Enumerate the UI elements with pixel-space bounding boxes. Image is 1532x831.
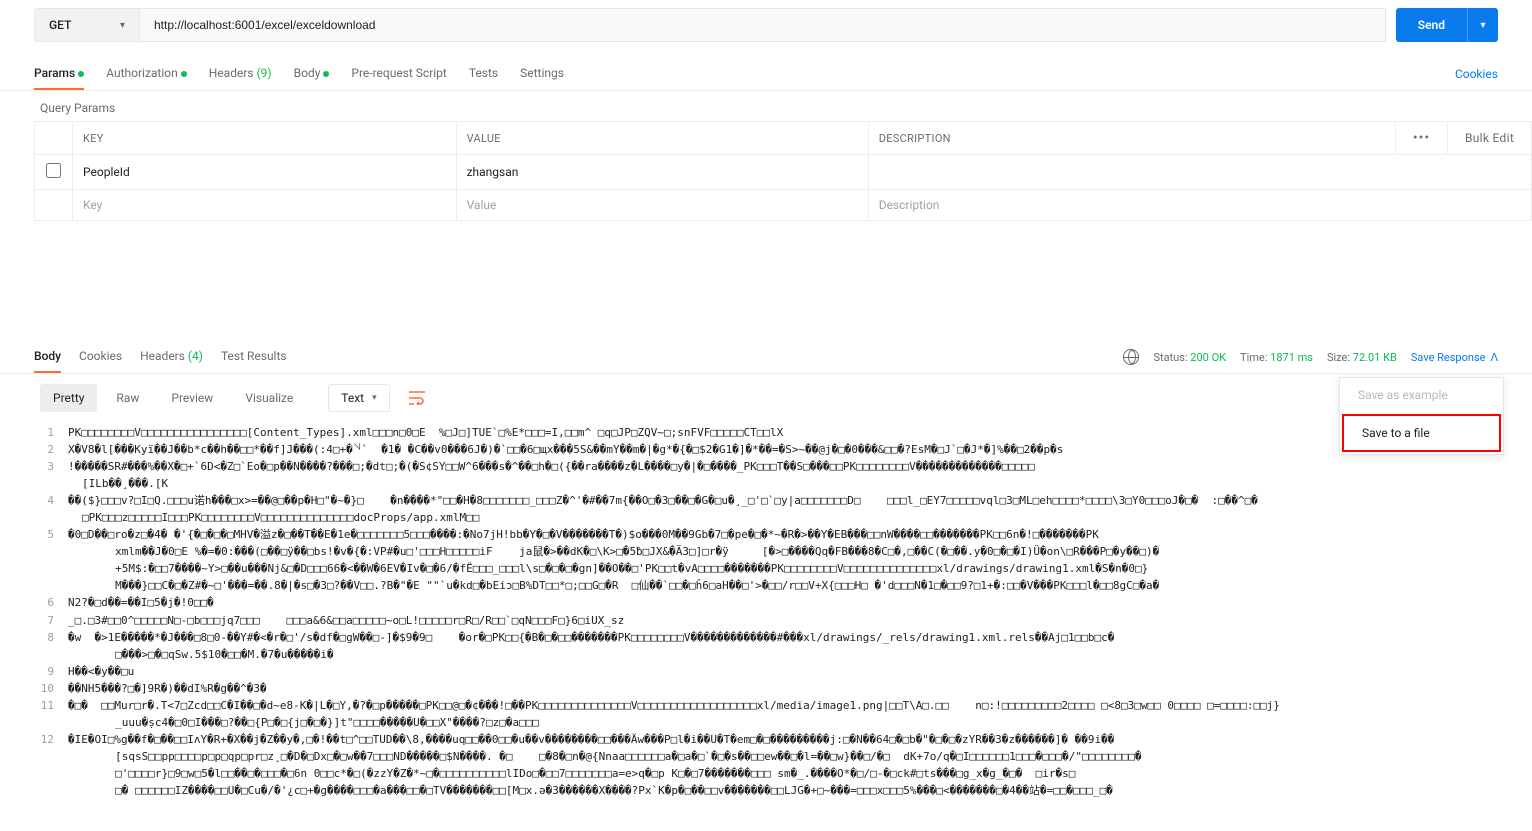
cookies-link[interactable]: Cookies [1455,59,1498,89]
response-tabs: Body Cookies Headers (4) Test Results St… [0,341,1532,374]
value-placeholder[interactable]: Value [467,198,497,212]
size-value: 72.01 KB [1353,351,1397,364]
chevron-up-icon: ᐱ [1490,351,1498,364]
method-select[interactable]: GET ▾ [34,8,139,42]
send-label[interactable]: Send [1396,8,1468,42]
wrap-lines-icon[interactable] [406,387,428,409]
key-header: KEY [73,122,457,155]
param-description[interactable] [868,155,1531,190]
chevron-down-icon: ▾ [120,20,125,31]
table-row: PeopleId zhangsan [35,155,1532,190]
rtab-headers[interactable]: Headers (4) [140,341,203,373]
actions-header[interactable]: ••• [1396,122,1448,155]
tab-params[interactable]: Params [34,58,84,90]
tab-tests[interactable]: Tests [469,58,498,90]
save-as-example: Save as example [1340,378,1503,412]
status-value: 200 OK [1190,351,1226,364]
rtab-body[interactable]: Body [34,341,61,373]
bulk-edit-button[interactable]: Bulk Edit [1448,122,1532,155]
more-options-icon: ••• [1413,130,1430,146]
view-visualize[interactable]: Visualize [232,384,306,412]
tab-prerequest[interactable]: Pre-request Script [351,58,446,90]
request-tabs: Params Authorization Headers (9) Body Pr… [0,58,1532,91]
send-dropdown[interactable]: ▾ [1468,20,1498,31]
view-raw[interactable]: Raw [103,384,152,412]
tab-body[interactable]: Body [294,58,330,90]
method-label: GET [49,18,71,32]
save-response-button[interactable]: Save Response ᐱ Save as example Save to … [1411,351,1498,364]
rtab-cookies[interactable]: Cookies [79,341,122,373]
url-input[interactable] [139,8,1386,42]
checkbox-column [35,122,73,155]
desc-placeholder[interactable]: Description [879,198,940,212]
value-header: VALUE [456,122,868,155]
rtab-test-results[interactable]: Test Results [221,341,287,373]
format-select[interactable]: Text ▾ [328,384,389,412]
param-value[interactable]: zhangsan [467,165,519,179]
params-table: KEY VALUE DESCRIPTION ••• Bulk Edit Peop… [34,121,1532,221]
tab-authorization[interactable]: Authorization [106,58,187,90]
globe-icon[interactable] [1123,349,1139,365]
time-value: 1871 ms [1270,351,1313,364]
key-placeholder[interactable]: Key [83,198,102,212]
row-checkbox[interactable] [46,163,61,178]
save-response-menu: Save as example Save to a file [1339,377,1504,455]
save-to-file[interactable]: Save to a file [1342,414,1501,452]
view-preview[interactable]: Preview [158,384,226,412]
tab-settings[interactable]: Settings [520,58,564,90]
description-header: DESCRIPTION [868,122,1395,155]
view-controls: Pretty Raw Preview Visualize Text ▾ [0,374,1532,420]
table-row-new: Key Value Description [35,190,1532,221]
send-button[interactable]: Send ▾ [1396,8,1498,42]
view-pretty[interactable]: Pretty [40,384,97,412]
response-body[interactable]: 1PK□□□□□□□□V□□□□□□□□□□□□□□□□[Content_Typ… [0,420,1532,809]
param-key[interactable]: PeopleId [83,165,130,179]
tab-headers[interactable]: Headers (9) [209,58,272,90]
chevron-down-icon: ▾ [372,393,377,403]
query-params-label: Query Params [0,91,1532,121]
